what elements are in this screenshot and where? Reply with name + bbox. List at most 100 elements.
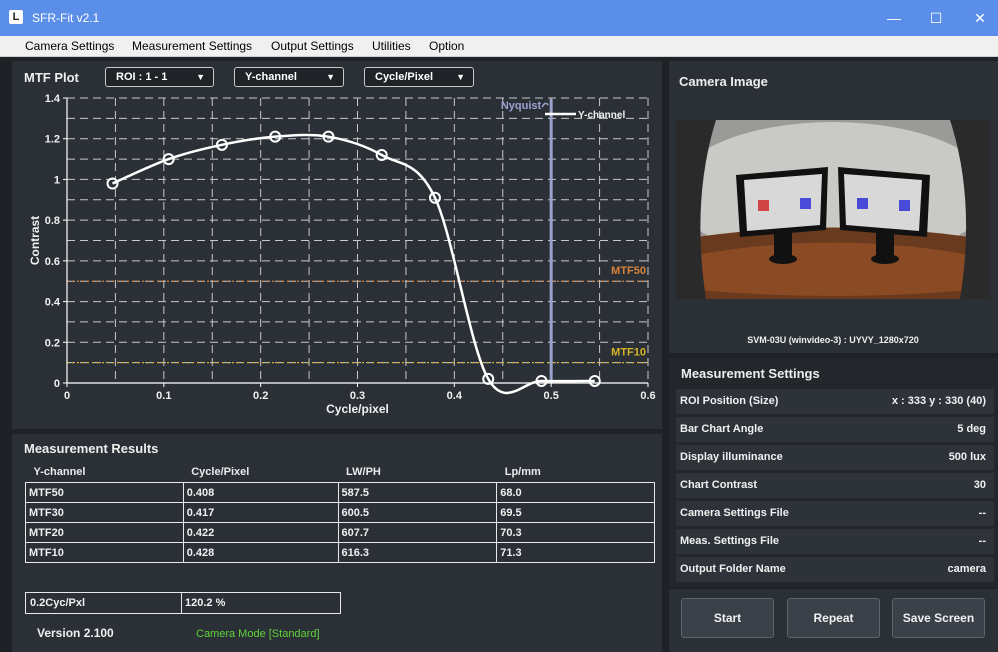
legend-label: Y-channel — [578, 110, 625, 121]
cycle-contrast-box: 0.2Cyc/Pxl 120.2 % — [25, 592, 341, 614]
table-row: MTF30 0.417 600.5 69.5 — [25, 502, 655, 523]
menu-measurement-settings[interactable]: Measurement Settings — [132, 39, 252, 53]
menu-bar: Camera Settings Measurement Settings Out… — [0, 36, 998, 57]
y-tick-label: 0.8 — [45, 215, 60, 227]
setting-label: Meas. Settings File — [680, 535, 780, 547]
column-header: Cycle/Pixel — [191, 466, 250, 478]
camera-image — [676, 120, 990, 299]
cycle-value: 120.2 % — [185, 597, 226, 609]
setting-value: 500 lux — [948, 451, 986, 463]
y-tick-label: 0.2 — [45, 337, 60, 349]
measurement-results-title: Measurement Results — [24, 441, 159, 456]
mtf-chart: MTF50 MTF10 Nyquist 0 0.1 0.2 0.3 0.4 0.5 0.6 0 0.2… — [28, 93, 656, 416]
menu-utilities[interactable]: Utilities — [372, 39, 411, 53]
setting-value: camera — [947, 563, 986, 575]
menu-output-settings[interactable]: Output Settings — [271, 39, 354, 53]
setting-value: 5 deg — [957, 423, 986, 435]
column-header: Y-channel — [33, 466, 86, 478]
y-tick-label: 0 — [54, 378, 60, 390]
setting-label: Display illuminance — [680, 451, 783, 463]
x-axis-label: Cycle/pixel — [326, 402, 389, 416]
setting-row-display-illuminance: Display illuminance 500 lux — [676, 445, 994, 470]
results-table: Y-channel Cycle/Pixel LW/PH Lp/mm MTF50 … — [25, 462, 655, 563]
y-tick-label: 1.4 — [45, 93, 61, 105]
x-tick-label: 0.1 — [156, 390, 171, 402]
setting-row-roi-position: ROI Position (Size) x : 333 y : 330 (40) — [676, 389, 994, 414]
setting-label: ROI Position (Size) — [680, 395, 779, 407]
table-cell: 68.0 — [496, 482, 655, 503]
measurement-settings-title: Measurement Settings — [681, 366, 820, 381]
setting-value: -- — [978, 507, 986, 519]
x-tick-label: 0.6 — [640, 390, 655, 402]
reference-label: MTF10 — [611, 347, 646, 359]
setting-row-chart-contrast: Chart Contrast 30 — [676, 473, 994, 498]
mtf-plot-title: MTF Plot — [24, 70, 79, 85]
menu-option[interactable]: Option — [429, 39, 464, 53]
maximize-button[interactable]: ☐ — [921, 8, 951, 28]
setting-label: Chart Contrast — [680, 479, 758, 491]
table-cell: 600.5 — [337, 502, 498, 523]
column-header: LW/PH — [346, 466, 381, 478]
nyquist-label: Nyquist — [501, 100, 542, 112]
window-title: SFR-Fit v2.1 — [32, 11, 100, 25]
table-cell: 0.408 — [182, 482, 339, 503]
table-cell: 0.417 — [182, 502, 339, 523]
title-bar: L SFR-Fit v2.1 — ☐ ✕ — [0, 0, 998, 36]
minimize-button[interactable]: — — [879, 8, 909, 28]
roi-dropdown-value: ROI : 1 - 1 — [116, 71, 168, 83]
close-button[interactable]: ✕ — [965, 8, 995, 28]
unit-dropdown[interactable]: Cycle/Pixel ▼ — [364, 67, 474, 87]
table-cell: MTF30 — [25, 502, 184, 523]
version-label: Version 2.100 — [37, 626, 114, 640]
table-cell: 0.422 — [182, 522, 339, 543]
column-header: Lp/mm — [504, 466, 541, 478]
table-cell: 587.5 — [337, 482, 498, 503]
table-cell: MTF50 — [25, 482, 184, 503]
reference-label: MTF50 — [611, 265, 646, 277]
x-tick-label: 0.3 — [350, 390, 365, 402]
roi-dropdown[interactable]: ROI : 1 - 1 ▼ — [105, 67, 214, 87]
channel-dropdown-value: Y-channel — [245, 71, 297, 83]
repeat-button[interactable]: Repeat — [787, 598, 880, 638]
unit-dropdown-value: Cycle/Pixel — [375, 71, 434, 83]
channel-dropdown[interactable]: Y-channel ▼ — [234, 67, 344, 87]
chevron-down-icon: ▼ — [196, 72, 205, 82]
table-cell: MTF10 — [25, 542, 184, 563]
cell-divider — [181, 593, 182, 613]
camera-caption: SVM-03U (winvideo-3) : UYVY_1280x720 — [747, 335, 919, 345]
setting-label: Camera Settings File — [680, 507, 789, 519]
x-tick-label: 0.2 — [253, 390, 268, 402]
y-axis-label: Contrast — [28, 216, 42, 265]
table-cell: 0.428 — [182, 542, 339, 563]
cycle-label: 0.2Cyc/Pxl — [30, 597, 86, 609]
table-cell: MTF20 — [25, 522, 184, 543]
chevron-down-icon: ▼ — [326, 72, 335, 82]
table-row: MTF20 0.422 607.7 70.3 — [25, 522, 655, 543]
table-cell: 616.3 — [337, 542, 498, 563]
results-header-row: Y-channel Cycle/Pixel LW/PH Lp/mm — [26, 462, 655, 483]
save-screen-button[interactable]: Save Screen — [892, 598, 985, 638]
setting-row-meas-settings-file: Meas. Settings File -- — [676, 529, 994, 554]
table-cell: 71.3 — [496, 542, 655, 563]
y-tick-label: 0.4 — [45, 297, 61, 309]
y-tick-label: 1 — [54, 174, 60, 186]
setting-label: Bar Chart Angle — [680, 423, 764, 435]
menu-camera-settings[interactable]: Camera Settings — [25, 39, 114, 53]
table-cell: 69.5 — [496, 502, 655, 523]
nyquist-arrow — [541, 102, 549, 108]
setting-row-camera-settings-file: Camera Settings File -- — [676, 501, 994, 526]
x-tick-label: 0 — [64, 390, 70, 402]
series-line — [112, 133, 595, 395]
table-cell: 607.7 — [337, 522, 498, 543]
start-button[interactable]: Start — [681, 598, 774, 638]
setting-row-output-folder-name: Output Folder Name camera — [676, 557, 994, 582]
setting-value: 30 — [973, 479, 986, 491]
app-logo-icon: L — [9, 10, 23, 24]
table-row: MTF50 0.408 587.5 68.0 — [25, 482, 655, 503]
setting-value: -- — [978, 535, 986, 547]
x-tick-label: 0.4 — [447, 390, 463, 402]
setting-value: x : 333 y : 330 (40) — [891, 395, 986, 407]
chevron-down-icon: ▼ — [456, 72, 465, 82]
setting-row-bar-chart-angle: Bar Chart Angle 5 deg — [676, 417, 994, 442]
table-row: MTF10 0.428 616.3 71.3 — [25, 542, 655, 563]
